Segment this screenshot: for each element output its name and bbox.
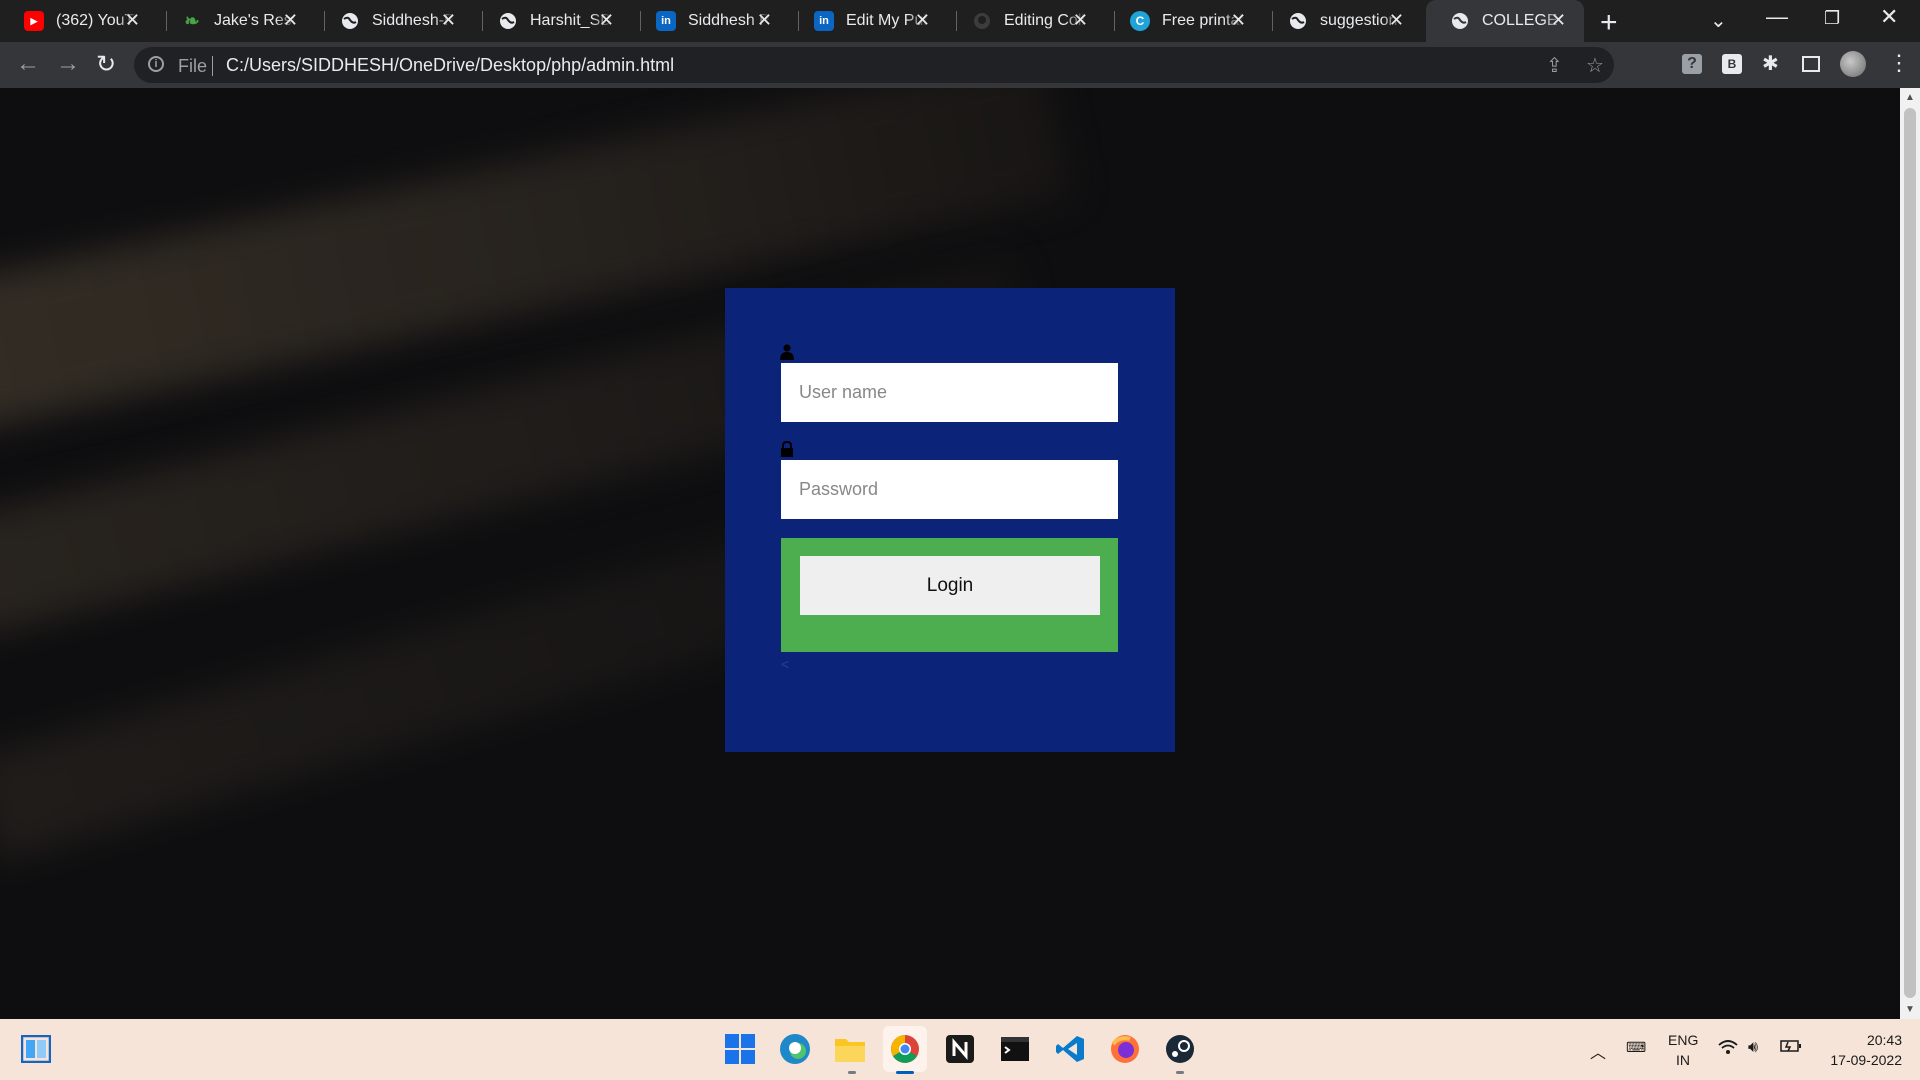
- back-link[interactable]: <: [781, 656, 789, 672]
- scroll-thumb[interactable]: [1904, 108, 1916, 998]
- login-button[interactable]: Login: [800, 556, 1100, 615]
- tab-youtube[interactable]: ▶ (362) YouTube ✕: [0, 0, 158, 42]
- profile-avatar[interactable]: [1840, 51, 1866, 77]
- overleaf-icon: ❧: [184, 10, 200, 31]
- close-tab-icon[interactable]: ✕: [1551, 10, 1566, 31]
- canva-icon: C: [1130, 11, 1150, 31]
- puzzle-extensions-icon[interactable]: ✱: [1762, 51, 1779, 76]
- minimize-button[interactable]: —: [1766, 4, 1788, 30]
- vscode-icon[interactable]: [1054, 1033, 1086, 1065]
- steam-icon[interactable]: [1164, 1033, 1196, 1065]
- widgets-icon[interactable]: [20, 1033, 52, 1065]
- forward-button[interactable]: →: [56, 50, 80, 78]
- close-tab-icon[interactable]: ✕: [1389, 10, 1404, 31]
- new-tab-button[interactable]: +: [1600, 6, 1618, 40]
- bookmark-star-icon[interactable]: ☆: [1586, 53, 1604, 78]
- close-tab-icon[interactable]: ✕: [915, 10, 930, 31]
- keyboard-icon[interactable]: ⌨: [1626, 1039, 1646, 1056]
- tab-siddhesh-r[interactable]: Siddhesh-R ✕: [316, 0, 474, 42]
- start-icon[interactable]: [724, 1033, 756, 1065]
- running-indicator: [848, 1071, 856, 1074]
- address-separator: [212, 56, 213, 76]
- lock-icon: [781, 441, 793, 457]
- b-extension-icon[interactable]: B: [1722, 54, 1742, 74]
- terminal-icon[interactable]: [999, 1033, 1031, 1065]
- firefox-icon[interactable]: [1109, 1033, 1141, 1065]
- globe-icon: [498, 11, 518, 31]
- close-tab-icon[interactable]: ✕: [599, 10, 614, 31]
- page-scrollbar[interactable]: ▲ ▼: [1900, 88, 1920, 1019]
- battery-icon[interactable]: [1780, 1039, 1802, 1058]
- help-extension-icon[interactable]: ?: [1682, 54, 1702, 74]
- login-panel: Login <: [725, 288, 1175, 752]
- close-tab-icon[interactable]: ✕: [125, 10, 140, 31]
- url-text[interactable]: C:/Users/SIDDHESH/OneDrive/Desktop/php/a…: [226, 55, 674, 76]
- linkedin-icon: in: [814, 11, 834, 31]
- tab-jakes-resume[interactable]: ❧ Jake's Resume ✕: [158, 0, 316, 42]
- running-indicator: [1176, 1071, 1184, 1074]
- tab-strip: ▶ (362) YouTube ✕ ❧ Jake's Resume ✕ Sidd…: [0, 0, 1920, 42]
- password-input[interactable]: [781, 460, 1118, 519]
- file-explorer-icon[interactable]: [834, 1033, 866, 1065]
- close-tab-icon[interactable]: ✕: [757, 10, 772, 31]
- site-info-icon[interactable]: i: [148, 56, 164, 72]
- close-tab-icon[interactable]: ✕: [1231, 10, 1246, 31]
- tab-suggestion[interactable]: suggestion ✕: [1264, 0, 1422, 42]
- page-background: Login <: [0, 88, 1900, 1019]
- scheme-label: File: [178, 56, 208, 76]
- close-tab-icon[interactable]: ✕: [1073, 10, 1088, 31]
- user-icon: [780, 344, 794, 360]
- restore-button[interactable]: ❐: [1824, 8, 1840, 29]
- github-icon: [972, 11, 992, 31]
- side-panel-icon[interactable]: [1802, 56, 1820, 72]
- globe-icon: [1450, 11, 1470, 31]
- tab-college-active[interactable]: COLLEGE SE ✕: [1426, 0, 1584, 42]
- tab-linkedin-edit[interactable]: in Edit My Pub ✕: [790, 0, 948, 42]
- tab-linkedin-siddhesh[interactable]: in Siddhesh R ✕: [632, 0, 790, 42]
- back-button[interactable]: ←: [16, 50, 40, 78]
- volume-icon[interactable]: 🔊︎: [1748, 1039, 1758, 1057]
- share-icon[interactable]: ⇪: [1546, 53, 1563, 78]
- close-window-button[interactable]: ✕: [1880, 4, 1898, 30]
- tab-canva-free-printable[interactable]: C Free printab ✕: [1106, 0, 1264, 42]
- taskbar: ︿ ⌨ ENG IN 🔊︎ 20:43 17-09-2022: [0, 1019, 1920, 1080]
- chrome-icon[interactable]: [889, 1033, 921, 1065]
- browser-toolbar: ← → ↻ i File C:/Users/SIDDHESH/OneDrive/…: [0, 42, 1920, 88]
- wifi-icon[interactable]: [1718, 1039, 1738, 1060]
- close-tab-icon[interactable]: ✕: [441, 10, 456, 31]
- linkedin-icon: in: [656, 11, 676, 31]
- globe-icon: [1288, 11, 1308, 31]
- edge-icon[interactable]: [779, 1033, 811, 1065]
- clock-time[interactable]: 20:43: [1828, 1032, 1902, 1048]
- clock-date[interactable]: 17-09-2022: [1812, 1052, 1902, 1068]
- notion-icon[interactable]: [944, 1033, 976, 1065]
- youtube-icon: ▶: [24, 11, 44, 31]
- scroll-up-arrow[interactable]: ▲: [1905, 92, 1915, 103]
- show-hidden-icons-chevron[interactable]: ︿: [1590, 1039, 1606, 1063]
- tab-search-chevron-icon[interactable]: ⌄: [1710, 8, 1727, 33]
- language-line-2[interactable]: IN: [1676, 1052, 1690, 1068]
- language-line-1[interactable]: ENG: [1668, 1032, 1698, 1048]
- tab-github-editing[interactable]: Editing Coll ✕: [948, 0, 1106, 42]
- login-button-container: Login: [781, 538, 1118, 652]
- address-bar[interactable]: i File C:/Users/SIDDHESH/OneDrive/Deskto…: [134, 47, 1614, 83]
- globe-icon: [340, 11, 360, 31]
- active-indicator: [896, 1071, 914, 1074]
- close-tab-icon[interactable]: ✕: [283, 10, 298, 31]
- reload-button[interactable]: ↻: [96, 50, 116, 79]
- menu-kebab-icon[interactable]: ⋮: [1888, 50, 1910, 76]
- scroll-down-arrow[interactable]: ▼: [1905, 1004, 1915, 1015]
- tab-harshit-sde[interactable]: Harshit_SDE ✕: [474, 0, 632, 42]
- username-input[interactable]: [781, 363, 1118, 422]
